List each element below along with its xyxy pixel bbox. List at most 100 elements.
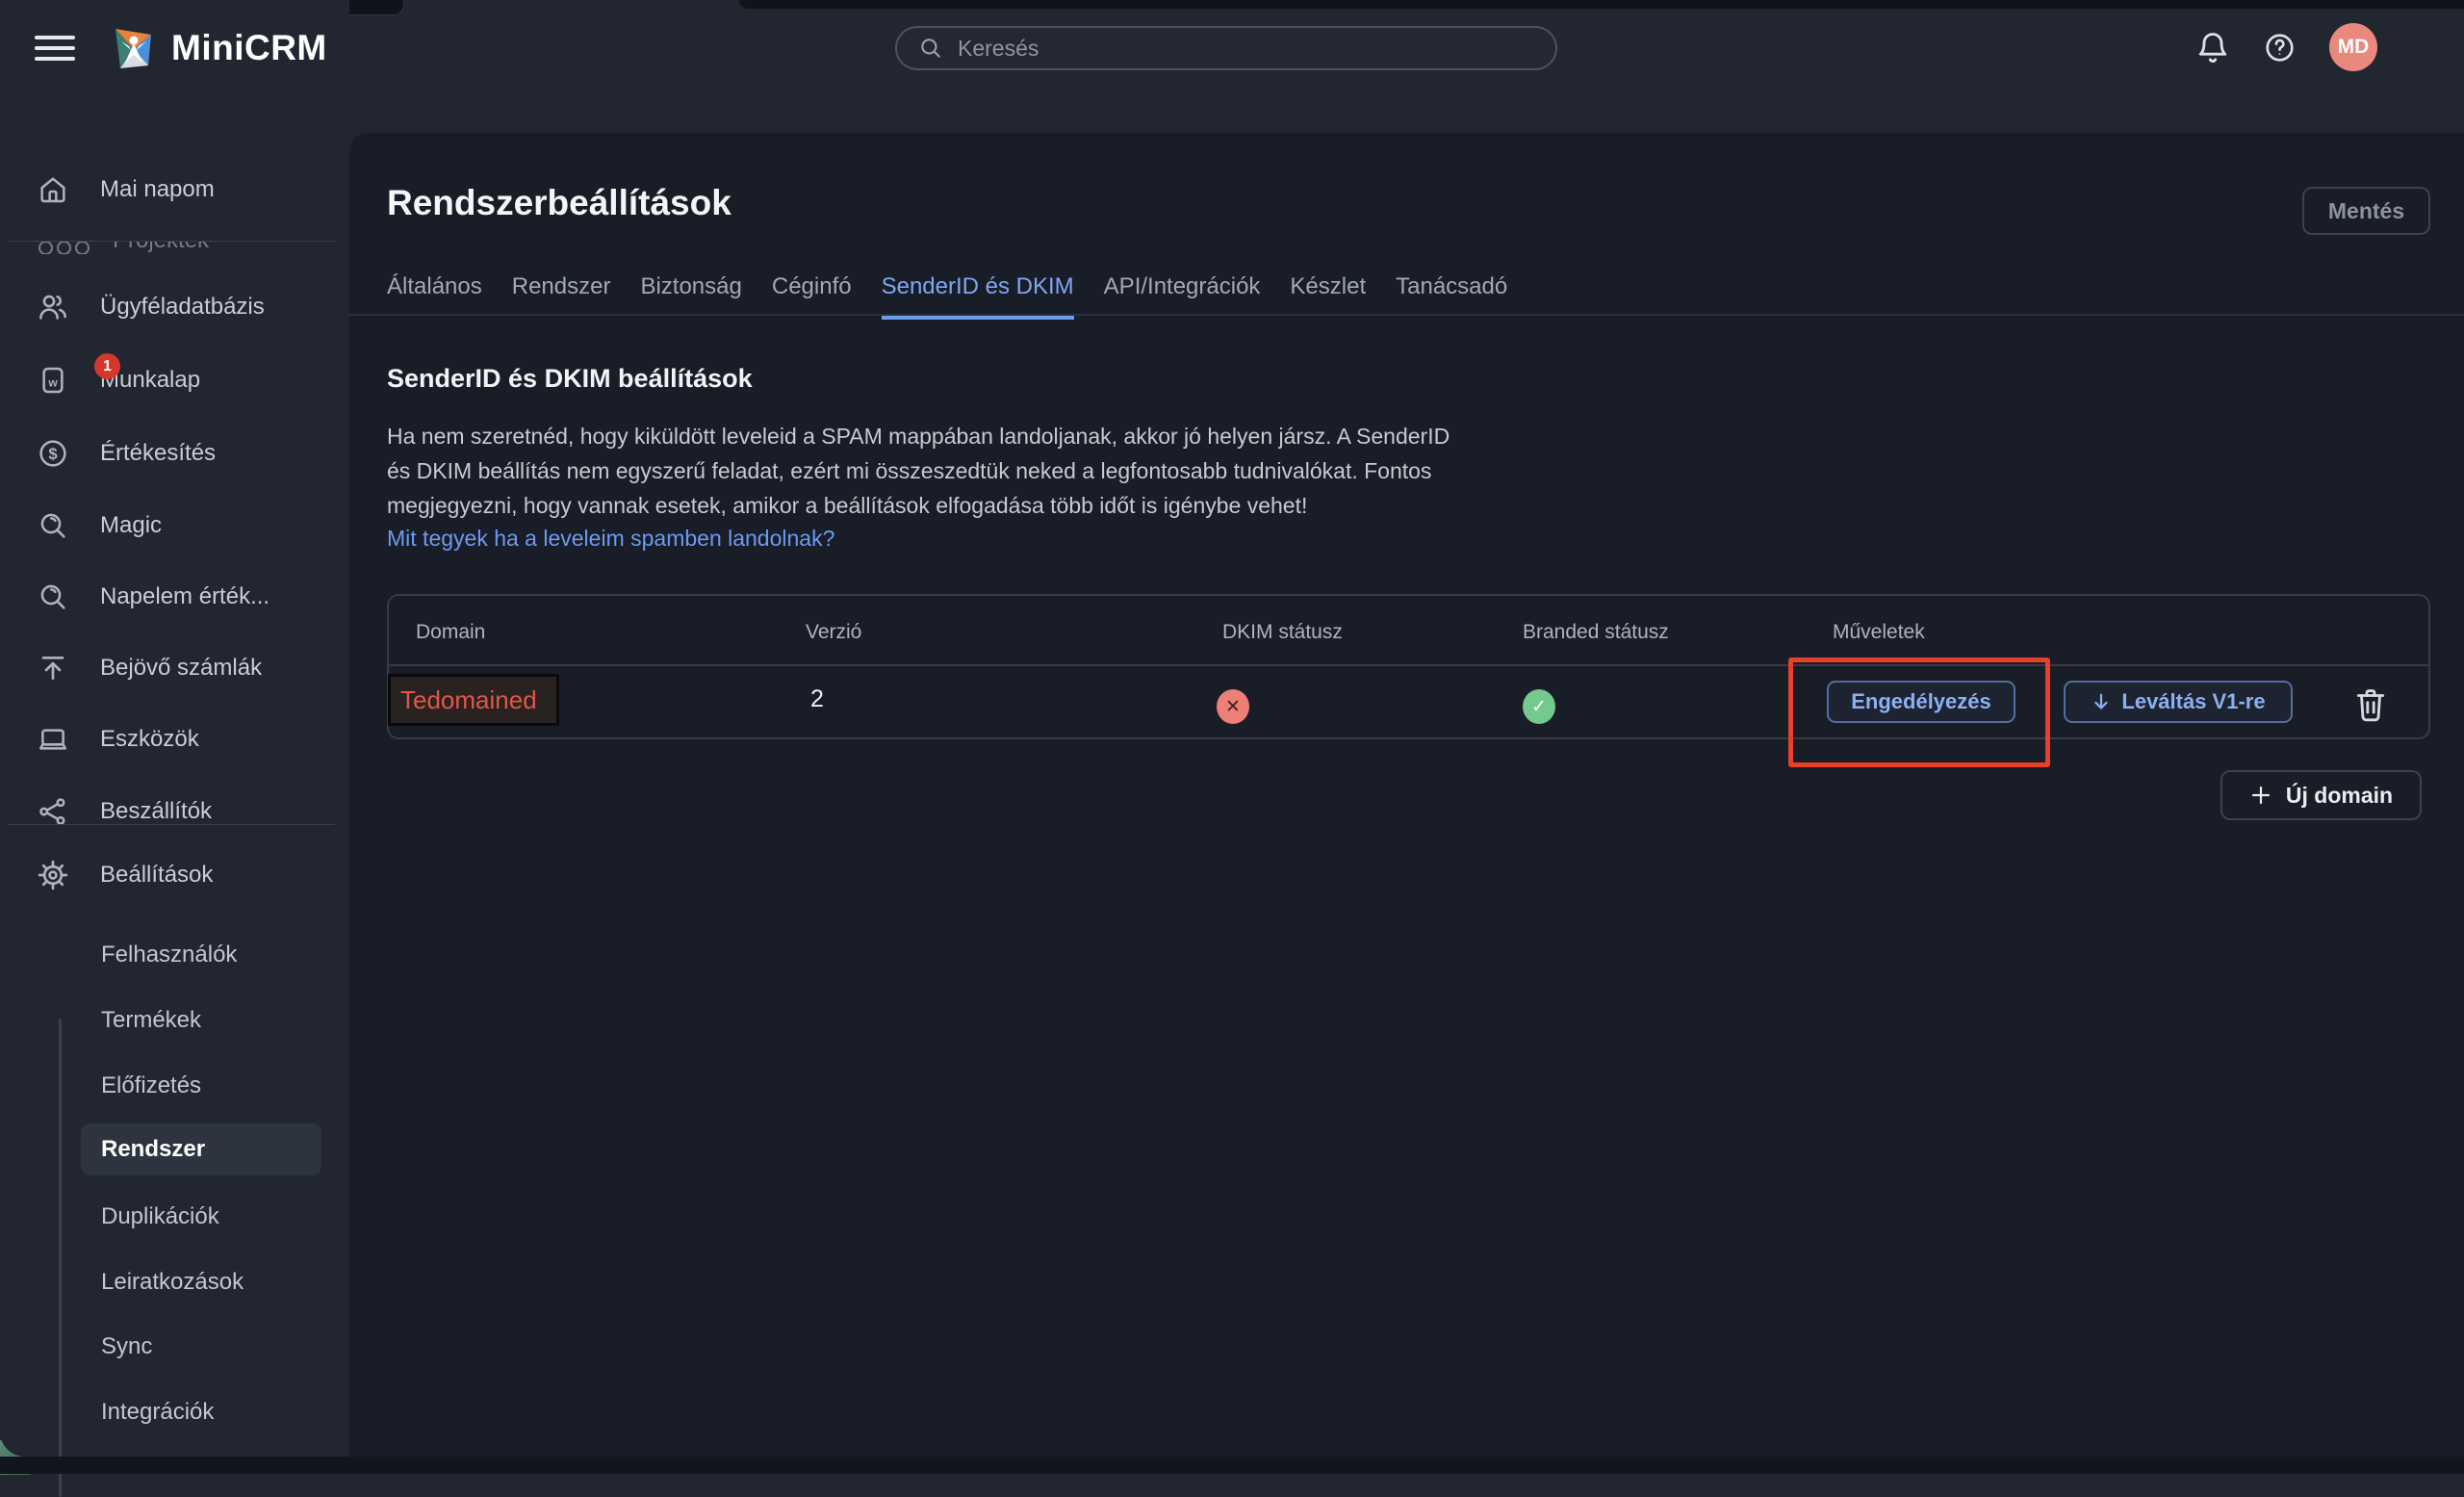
sidebar-item-label: Napelem érték... (100, 583, 270, 610)
search-input[interactable] (956, 35, 1499, 63)
worksheet-icon: w 1 (37, 365, 69, 396)
magnifier-icon (37, 510, 69, 541)
table-header-divider (389, 664, 2428, 666)
sidebar-subitem-felhasznalok[interactable]: Felhasználók (81, 929, 321, 981)
help-icon[interactable] (2264, 32, 2296, 64)
domain-cell-highlighted[interactable]: Tedomained (388, 674, 559, 726)
sidebar-subitem-label: Integrációk (101, 1399, 214, 1426)
description-line: és DKIM beállítás nem egyszerű feladat, … (387, 453, 1450, 488)
svg-text:w: w (47, 376, 58, 390)
section-description: Ha nem szeretnéd, hogy kiküldött levelei… (387, 419, 1450, 523)
column-header-verzio: Verzió (806, 621, 861, 644)
settings-tabs: Általános Rendszer Biztonság Céginfó Sen… (387, 273, 1507, 320)
sidebar-item-ertekesites[interactable]: $ Értékesítés (0, 428, 337, 478)
sidebar-item-mai-napom[interactable]: Mai napom (0, 165, 337, 215)
sidebar-item-napelem[interactable]: Napelem érték... (0, 572, 337, 622)
hamburger-menu-icon[interactable] (35, 36, 75, 63)
sidebar-item-magic[interactable]: Magic (0, 501, 337, 551)
sidebar-item-label: Beállítások (100, 862, 213, 889)
switch-v1-button[interactable]: Leváltás V1-re (2064, 681, 2293, 723)
group-icon (38, 242, 90, 254)
dollar-circle-icon: $ (37, 438, 69, 469)
sidebar-item-beszallitok[interactable]: Beszállítók (0, 787, 337, 837)
content-panel: Rendszerbeállítások Mentés Általános Ren… (349, 133, 2464, 1457)
sidebar-item-label: Beszállítók (100, 798, 212, 825)
avatar[interactable]: MD (2329, 23, 2377, 71)
sidebar-item-label: Eszközök (100, 726, 199, 753)
enable-button-label: Engedélyezés (1851, 689, 1991, 714)
sidebar-subitem-label: Előfizetés (101, 1072, 201, 1099)
svg-text:$: $ (48, 445, 58, 463)
column-header-dkim: DKIM státusz (1222, 621, 1343, 644)
network-icon (37, 796, 69, 827)
column-header-muveletek: Műveletek (1833, 621, 1925, 644)
sidebar-subitem-sync[interactable]: Sync (81, 1321, 321, 1373)
sidebar-item-label: Mai napom (100, 176, 215, 203)
munkalap-badge: 1 (94, 353, 120, 379)
save-button[interactable]: Mentés (2302, 187, 2430, 235)
section-heading: SenderID és DKIM beállítások (387, 364, 753, 394)
tab-keszlet[interactable]: Készlet (1290, 273, 1366, 320)
switch-v1-button-label: Leváltás V1-re (2121, 689, 2265, 714)
sidebar-subitem-integraciok[interactable]: Integrációk (81, 1386, 321, 1438)
domain-table: Domain Verzió DKIM státusz Branded státu… (387, 594, 2430, 739)
tab-altalanos[interactable]: Általános (387, 273, 482, 320)
sidebar-item-label: Bejövő számlák (100, 655, 262, 682)
tab-rendszer[interactable]: Rendszer (512, 273, 611, 320)
description-line: Ha nem szeretnéd, hogy kiküldött levelei… (387, 419, 1450, 453)
sidebar-item-ugyfeladatbazis[interactable]: Ügyféladatbázis (0, 282, 337, 332)
tab-biztonsag[interactable]: Biztonság (640, 273, 741, 320)
branded-status-check-icon: ✓ (1523, 689, 1555, 724)
tab-senderid-dkim[interactable]: SenderID és DKIM (882, 273, 1074, 320)
sidebar-subitem-label: Leiratkozások (101, 1269, 244, 1296)
plus-icon (2249, 784, 2272, 807)
sidebar-subitem-rendszer[interactable]: Rendszer (81, 1123, 321, 1175)
magnifier-icon (37, 581, 69, 612)
sidebar-subitem-label: Rendszer (101, 1136, 205, 1163)
minicrm-logo-icon (108, 20, 160, 76)
tabs-divider (349, 314, 2464, 316)
subnav-rule (59, 1019, 62, 1497)
column-header-branded: Branded státusz (1523, 621, 1669, 644)
sidebar-subitem-elofizetes[interactable]: Előfizetés (81, 1060, 321, 1112)
column-header-domain: Domain (416, 621, 485, 644)
sidebar-subitem-label: Termékek (101, 1007, 201, 1034)
sidebar-item-bejovo-szamlak[interactable]: Bejövő számlák (0, 643, 337, 693)
arrow-down-icon (2091, 691, 2112, 712)
notifications-bell-icon[interactable] (2195, 30, 2230, 65)
sidebar-subitem-label: Felhasználók (101, 942, 237, 968)
sidebar-subitem-label: Duplikációk (101, 1203, 219, 1230)
search-icon (918, 36, 943, 61)
sidebar-subitem-duplikaciok[interactable]: Duplikációk (81, 1191, 321, 1243)
sidebar-item-label: Ügyféladatbázis (100, 294, 265, 321)
new-domain-button[interactable]: Új domain (2220, 770, 2422, 820)
tab-api-integraciok[interactable]: API/Integrációk (1104, 273, 1261, 320)
enable-button[interactable]: Engedélyezés (1827, 681, 2015, 723)
sidebar-subitem-leiratkozasok[interactable]: Leiratkozások (81, 1256, 321, 1308)
sidebar-item-label: Projektek (113, 242, 209, 254)
topbar: MiniCRM MD (0, 0, 2464, 133)
sidebar-item-eszkozok[interactable]: Eszközök (0, 714, 337, 764)
sidebar-item-beallitasok[interactable]: Beállítások (0, 850, 337, 900)
description-line: megjegyezni, hogy vannak esetek, amikor … (387, 488, 1450, 523)
spam-help-link[interactable]: Mit tegyek ha a leveleim spamben landoln… (387, 526, 834, 552)
window-bottom-edge (0, 1457, 2464, 1474)
tab-tanacsado[interactable]: Tanácsadó (1396, 273, 1507, 320)
upload-tray-icon (37, 653, 69, 684)
sidebar-item-munkalap[interactable]: w 1 Munkalap (0, 355, 337, 405)
sidebar-item-projektek-clipped[interactable]: Projektek (38, 242, 289, 254)
brand-name: MiniCRM (171, 28, 327, 68)
sidebar-subitem-label: Sync (101, 1333, 152, 1360)
sidebar-item-label: Értékesítés (100, 440, 216, 467)
new-domain-button-label: Új domain (2286, 783, 2393, 809)
tab-ceginfo[interactable]: Céginfó (772, 273, 852, 320)
minicrm-app: { "topbar": { "brand": "MiniCRM", "searc… (0, 0, 2464, 1474)
people-icon (37, 292, 69, 323)
domain-name: Tedomained (400, 685, 537, 715)
delete-trash-icon[interactable] (2352, 684, 2389, 725)
laptop-icon (37, 724, 69, 755)
search-bar[interactable] (895, 26, 1557, 70)
sidebar-subitem-termekek[interactable]: Termékek (81, 994, 321, 1046)
sidebar-item-label: Magic (100, 512, 162, 539)
sidebar: Mai napom Projektek Ügyféladatbázis w 1 … (0, 92, 349, 1457)
